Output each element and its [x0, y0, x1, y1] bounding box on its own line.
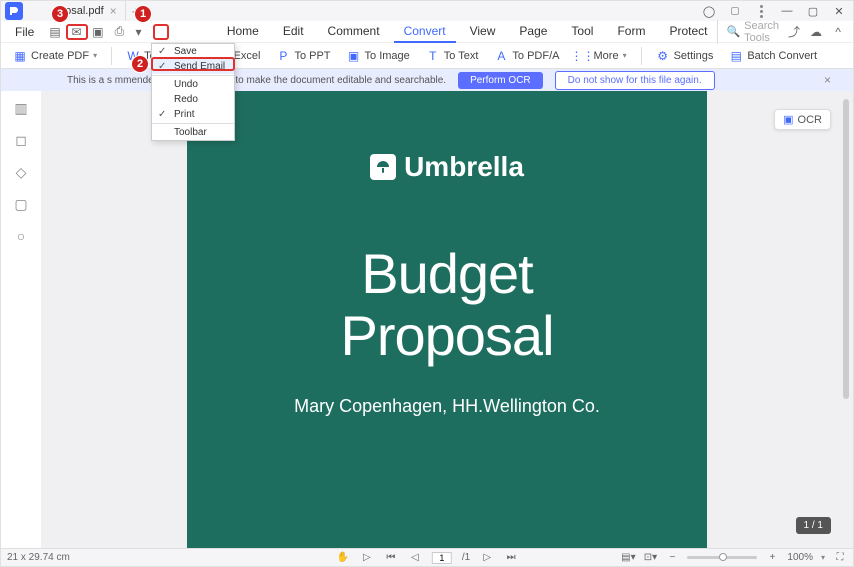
titlebar: posal.pdf × + ◯ — ▢ ✕ [1, 1, 853, 21]
document-title: BudgetProposal [187, 243, 707, 366]
separator [641, 47, 642, 65]
share-icon[interactable]: ⤴ [785, 23, 803, 41]
zoom-in-icon[interactable]: + [765, 551, 779, 565]
callout-2: 2 [131, 55, 149, 73]
search-panel-icon[interactable]: ○ [12, 227, 30, 245]
callout-1: 1 [134, 5, 152, 23]
minimize-button[interactable]: — [775, 2, 799, 20]
tab-protect[interactable]: Protect [659, 21, 717, 43]
bookmarks-icon[interactable]: ◻ [12, 131, 30, 149]
collapse-ribbon-icon[interactable]: ^ [829, 23, 847, 41]
tab-tool[interactable]: Tool [561, 21, 603, 43]
pdf-page: Umbrella BudgetProposal Mary Copenhagen,… [187, 91, 707, 550]
hand-tool-icon[interactable]: ✋ [336, 551, 350, 565]
separator [111, 47, 112, 65]
ocr-badge-icon: ▣ [783, 113, 793, 126]
zoom-value: 100% [787, 552, 813, 563]
callout-3: 3 [51, 5, 69, 23]
dd-redo[interactable]: Redo [152, 92, 234, 107]
highlight-box-1 [153, 24, 169, 40]
qat-dropdown-button[interactable]: ▾ [132, 25, 145, 39]
view-mode-icon[interactable]: ▤▾ [621, 551, 635, 565]
zoom-out-icon[interactable]: − [665, 551, 679, 565]
to-text-button[interactable]: TTo Text [420, 47, 485, 65]
more-button[interactable]: ⋮⋮More▾ [570, 47, 633, 65]
ocr-floating-button[interactable]: ▣ OCR [774, 109, 831, 130]
page-total: /1 [462, 552, 470, 563]
status-bar: 21 x 29.74 cm ✋ ▷ ⏮ ◁ /1 ▷ ⏭ ▤▾ ⊡▾ − + 1… [1, 548, 853, 566]
page-count-badge: 1 / 1 [796, 517, 831, 534]
batch-convert-button[interactable]: ▤Batch Convert [723, 47, 823, 65]
to-image-button[interactable]: ▣To Image [341, 47, 416, 65]
main-area: ▥ ◻ ◇ ▢ ○ Umbrella BudgetProposal Mary C… [1, 91, 853, 550]
file-menu[interactable]: File [5, 23, 44, 41]
print-icon[interactable]: ⎙ [111, 23, 128, 41]
sidebar: ▥ ◻ ◇ ▢ ○ [1, 91, 41, 550]
user-icon[interactable]: ◯ [697, 2, 721, 20]
tab-home[interactable]: Home [217, 21, 269, 43]
attachments-icon[interactable]: ◇ [12, 163, 30, 181]
create-pdf-button[interactable]: ▦Create PDF▾ [7, 47, 103, 65]
open-icon[interactable]: ▤ [46, 23, 63, 41]
search-tools-input[interactable]: 🔍 Search Tools [717, 20, 779, 44]
app-icon[interactable] [5, 2, 23, 20]
tab-convert[interactable]: Convert [394, 21, 456, 43]
settings-button[interactable]: ⚙Settings [650, 47, 720, 65]
maximize-button[interactable]: ▢ [801, 2, 825, 20]
separator [152, 75, 234, 76]
window-icon[interactable] [723, 2, 747, 20]
ocr-banner: This is a s mmended to perform OCR to ma… [1, 69, 853, 91]
last-page-icon[interactable]: ⏭ [504, 551, 518, 565]
next-page-icon[interactable]: ▷ [480, 551, 494, 565]
company-name: Umbrella [404, 151, 524, 183]
tab-view[interactable]: View [460, 21, 506, 43]
cloud-icon[interactable]: ☁ [807, 23, 825, 41]
create-icon: ▦ [13, 49, 27, 63]
more-icon[interactable] [749, 2, 773, 20]
gear-icon: ⚙ [656, 49, 670, 63]
search-icon: 🔍 [726, 25, 740, 38]
separator [152, 123, 234, 124]
fullscreen-icon[interactable]: ⛶ [833, 551, 847, 565]
dd-undo[interactable]: Undo [152, 77, 234, 92]
select-tool-icon[interactable]: ▷ [360, 551, 374, 565]
highlight-box-3 [66, 24, 88, 40]
fit-icon[interactable]: ⊡▾ [643, 551, 657, 565]
zoom-slider[interactable] [687, 556, 757, 559]
batch-icon: ▤ [729, 49, 743, 63]
dd-print[interactable]: ✓Print [152, 107, 234, 122]
layers-icon[interactable]: ▢ [12, 195, 30, 213]
menu-row: File ▤ ✉ ▣ ⎙ ▾ Home Edit Comment Convert… [1, 21, 853, 43]
close-tab-icon[interactable]: × [110, 4, 117, 18]
perform-ocr-button[interactable]: Perform OCR [458, 72, 543, 89]
close-window-button[interactable]: ✕ [827, 2, 851, 20]
image-icon: ▣ [347, 49, 361, 63]
page-number-input[interactable] [432, 552, 452, 564]
more-grid-icon: ⋮⋮ [576, 49, 590, 63]
umbrella-logo-icon [370, 154, 396, 180]
tab-form[interactable]: Form [607, 21, 655, 43]
to-ppt-button[interactable]: PTo PPT [270, 47, 336, 65]
close-banner-icon[interactable]: × [824, 73, 831, 87]
ribbon-toolbar: ▦Create PDF▾ WTo Word XTo Excel PTo PPT … [1, 43, 853, 69]
ocr-banner-text: This is a s mmended to perform OCR to ma… [67, 75, 446, 86]
pdfa-icon: A [494, 49, 508, 63]
document-viewport[interactable]: Umbrella BudgetProposal Mary Copenhagen,… [41, 91, 853, 550]
highlight-box-2 [151, 57, 235, 71]
prev-page-icon[interactable]: ◁ [408, 551, 422, 565]
tab-comment[interactable]: Comment [318, 21, 390, 43]
first-page-icon[interactable]: ⏮ [384, 551, 398, 565]
thumbnails-icon[interactable]: ▥ [12, 99, 30, 117]
dd-toolbar[interactable]: Toolbar [152, 125, 234, 140]
save-icon[interactable]: ▣ [89, 23, 106, 41]
page-dimensions: 21 x 29.74 cm [7, 552, 70, 563]
text-icon: T [426, 49, 440, 63]
document-subtitle: Mary Copenhagen, HH.Wellington Co. [187, 396, 707, 417]
to-pdfa-button[interactable]: ATo PDF/A [488, 47, 565, 65]
tab-edit[interactable]: Edit [273, 21, 314, 43]
vertical-scrollbar[interactable] [843, 99, 849, 399]
donot-show-button[interactable]: Do not show for this file again. [555, 71, 715, 90]
tab-page[interactable]: Page [509, 21, 557, 43]
ppt-icon: P [276, 49, 290, 63]
